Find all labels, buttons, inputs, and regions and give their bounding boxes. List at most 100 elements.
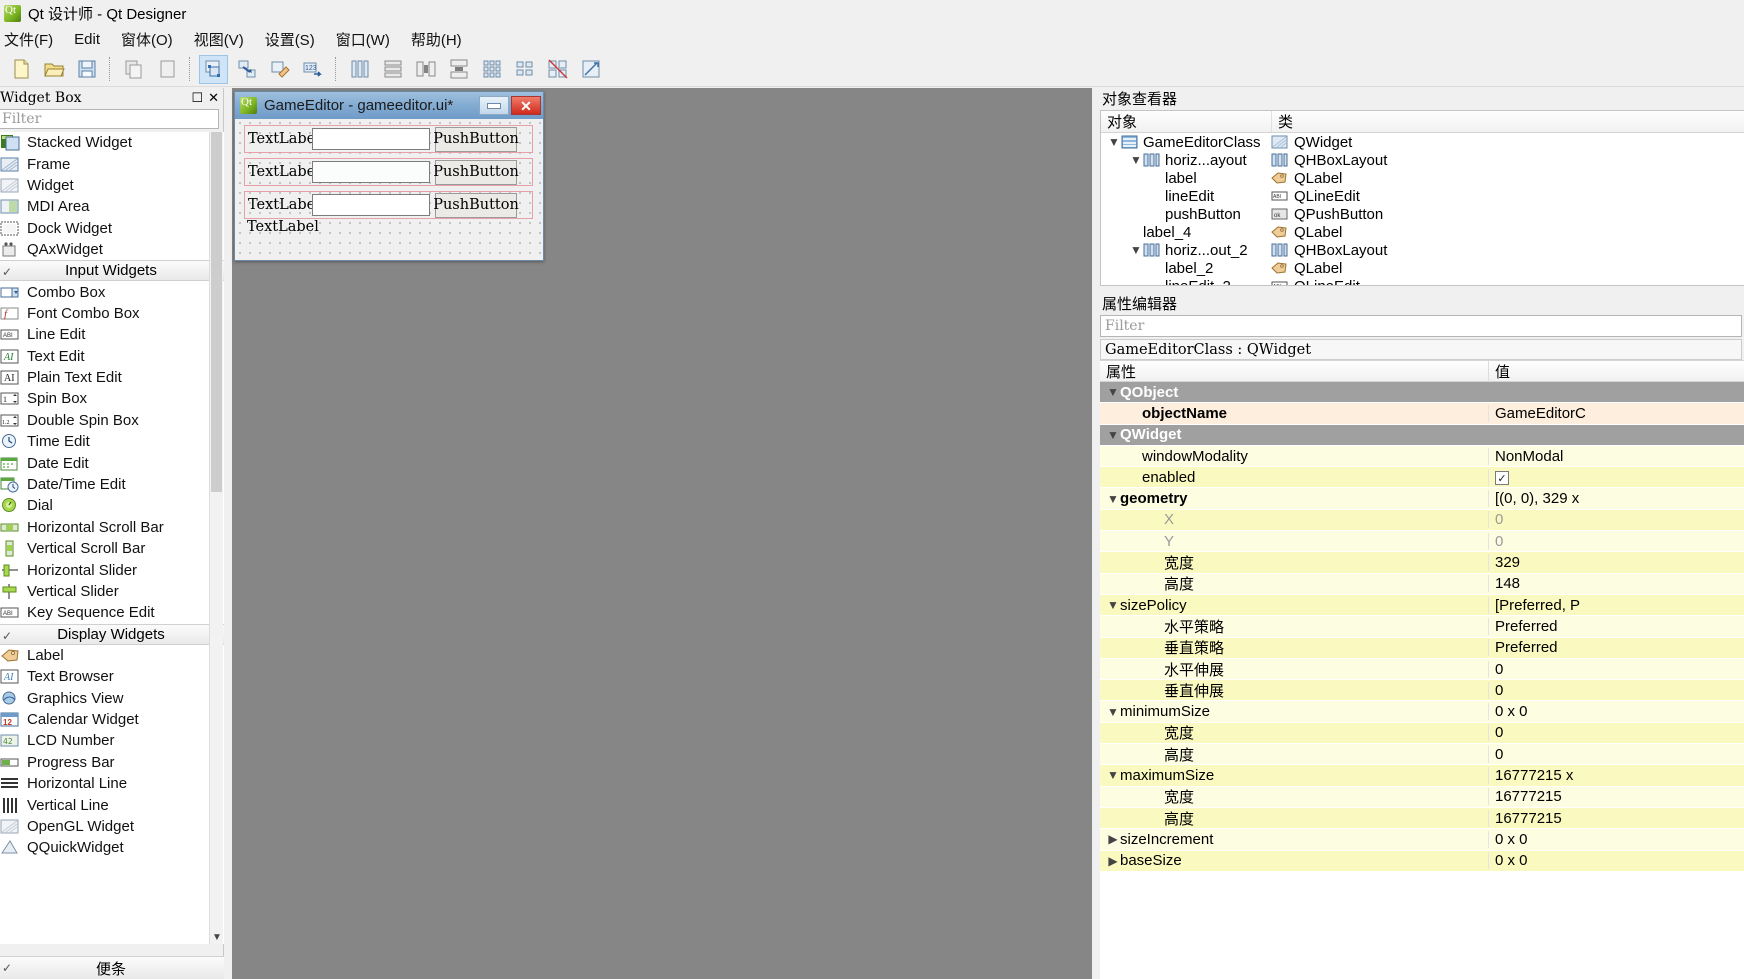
widget-box-item-vertical-scroll-bar[interactable]: Vertical Scroll Bar — [0, 538, 224, 559]
property-value-cell[interactable]: 0 x 0 — [1488, 830, 1744, 848]
widget-box-item-stacked-widget[interactable]: Stacked Widget — [0, 132, 224, 153]
property-row[interactable]: ▶ baseSize 0 x 0 — [1100, 850, 1744, 872]
property-value-cell[interactable]: 0 — [1488, 532, 1744, 550]
widget-box-item-key-sequence-edit[interactable]: ABI Key Sequence Edit — [0, 602, 224, 623]
free-label-widget[interactable]: TextLabel — [247, 219, 319, 235]
widget-box-item-plain-text-edit[interactable]: AI Plain Text Edit — [0, 367, 224, 388]
chevron-down-icon[interactable]: ▼ — [1106, 428, 1120, 442]
property-value-cell[interactable]: 16777215 x — [1488, 766, 1744, 784]
property-row[interactable]: objectName GameEditorC — [1100, 403, 1744, 425]
chevron-down-icon[interactable]: ▼ — [1129, 243, 1143, 257]
chevron-right-icon[interactable]: ▶ — [1106, 832, 1120, 846]
widget-box-category-display-widgets[interactable]: ✓ Display Widgets — [0, 623, 224, 645]
property-value-cell[interactable]: [Preferred, P — [1488, 596, 1744, 614]
chevron-right-icon[interactable]: ▶ — [1106, 854, 1120, 868]
property-value-cell[interactable]: Preferred — [1488, 617, 1744, 635]
property-value-cell[interactable]: 0 — [1488, 660, 1744, 678]
line-edit-widget[interactable] — [312, 161, 430, 183]
copy-button[interactable] — [119, 55, 148, 84]
label-widget[interactable]: TextLabel — [245, 129, 320, 149]
property-value-cell[interactable]: 0 — [1488, 511, 1744, 529]
menu-view[interactable]: 视图(V) — [184, 27, 255, 52]
widget-box-item-graphics-view[interactable]: Graphics View — [0, 687, 224, 708]
widget-box-item-qquickwidget[interactable]: QQuickWidget — [0, 837, 224, 858]
adjust-size-button[interactable] — [576, 55, 605, 84]
widget-box-item-label[interactable]: Label — [0, 645, 224, 666]
property-row[interactable]: ▶ sizeIncrement 0 x 0 — [1100, 829, 1744, 851]
minimize-button[interactable] — [479, 96, 509, 115]
object-tree-row[interactable]: lineEdit_2 ABI QLineEdit — [1101, 277, 1744, 285]
widget-box-item-text-browser[interactable]: AI Text Browser — [0, 666, 224, 687]
float-dock-icon[interactable]: ☐ — [191, 91, 203, 106]
property-row[interactable]: 宽度 0 — [1100, 722, 1744, 745]
widget-box-item-mdi-area[interactable]: MDI Area — [0, 196, 224, 217]
property-row[interactable]: X0 — [1100, 509, 1744, 532]
object-tree-row[interactable]: ▼ GameEditorClass QWidget — [1101, 133, 1744, 151]
edit-tab-order-button[interactable]: 123 — [298, 55, 327, 84]
widget-box-item-lcd-number[interactable]: 42 LCD Number — [0, 730, 224, 751]
break-layout-button[interactable] — [543, 55, 572, 84]
label-widget[interactable]: TextLabel — [245, 162, 320, 182]
widget-box-item-double-spin-box[interactable]: 1.2 Double Spin Box — [0, 410, 224, 431]
property-row[interactable]: enabled ✓ — [1100, 467, 1744, 489]
widget-box-item-line-edit[interactable]: ABI Line Edit — [0, 324, 224, 345]
property-value-cell[interactable]: 329 — [1488, 554, 1744, 572]
widget-box-item-horizontal-slider[interactable]: Horizontal Slider — [0, 559, 224, 580]
form-window[interactable]: GameEditor - gameeditor.ui* ✕ TextLabel … — [234, 91, 544, 261]
menu-edit[interactable]: Edit — [64, 29, 111, 50]
new-file-button[interactable] — [6, 55, 35, 84]
label-widget[interactable]: TextLabel — [245, 195, 320, 215]
property-row[interactable]: ▼ sizePolicy [Preferred, P — [1100, 594, 1744, 617]
line-edit-widget[interactable] — [312, 194, 430, 216]
property-row[interactable]: windowModality NonModal — [1100, 445, 1744, 468]
layout-splitter-vertical-button[interactable] — [444, 55, 473, 84]
property-value-cell[interactable]: Preferred — [1488, 639, 1744, 657]
property-row[interactable]: ▼ maximumSize 16777215 x — [1100, 765, 1744, 787]
save-button[interactable] — [72, 55, 101, 84]
edit-widgets-button[interactable] — [199, 54, 228, 84]
push-button-widget[interactable]: PushButton — [433, 126, 519, 152]
widget-box-category-notes[interactable]: ✓ 便条 — [0, 956, 224, 979]
layout-horizontally-button[interactable] — [345, 55, 374, 84]
property-value-cell[interactable]: 0 x 0 — [1488, 852, 1744, 870]
widget-box-item-calendar-widget[interactable]: 12 Calendar Widget — [0, 709, 224, 730]
property-value-cell[interactable]: 16777215 — [1488, 788, 1744, 806]
edit-buddies-button[interactable] — [265, 55, 294, 84]
close-icon[interactable]: ✕ — [208, 91, 219, 106]
chevron-down-icon[interactable]: ▼ — [1129, 153, 1143, 167]
widget-box-category-input-widgets[interactable]: ✓ Input Widgets — [0, 260, 224, 282]
property-row[interactable]: 垂直策略 Preferred — [1100, 637, 1744, 659]
property-row[interactable]: ▼ minimumSize 0 x 0 — [1100, 701, 1744, 723]
widget-box-item-progress-bar[interactable]: Progress Bar — [0, 752, 224, 773]
menu-help[interactable]: 帮助(H) — [401, 27, 473, 52]
widget-box-scrollbar[interactable]: ▲ ▼ — [209, 132, 223, 944]
property-row[interactable]: ▼ QWidget — [1100, 424, 1744, 446]
widget-box-item-time-edit[interactable]: Time Edit — [0, 431, 224, 452]
widget-box-item-date-edit[interactable]: Date Edit — [0, 452, 224, 473]
property-row[interactable]: 水平伸展 0 — [1100, 658, 1744, 681]
widget-box-item-frame[interactable]: Frame — [0, 153, 224, 174]
object-tree-row[interactable]: label_2 QLabel — [1101, 259, 1744, 277]
property-row[interactable]: 垂直伸展 0 — [1100, 680, 1744, 702]
menu-settings[interactable]: 设置(S) — [255, 27, 326, 52]
widget-box-item-opengl-widget[interactable]: OpenGL Widget — [0, 816, 224, 837]
object-inspector-table[interactable]: 对象 类 ▼ GameEditorClass QWidget ▼ horiz...ayo… — [1100, 110, 1744, 286]
property-row[interactable]: 高度 16777215 — [1100, 807, 1744, 830]
property-row[interactable]: 宽度 329 — [1100, 552, 1744, 574]
property-value-cell[interactable]: ✓ — [1488, 468, 1744, 486]
menu-window[interactable]: 窗口(W) — [326, 27, 401, 52]
property-row[interactable]: 高度 0 — [1100, 744, 1744, 766]
property-value-cell[interactable]: 0 — [1488, 724, 1744, 742]
widget-box-filter-input[interactable]: Filter — [0, 109, 219, 129]
property-value-cell[interactable]: NonModal — [1488, 447, 1744, 465]
property-row[interactable]: Y0 — [1100, 531, 1744, 553]
property-value-cell[interactable]: 0 — [1488, 745, 1744, 763]
menu-file[interactable]: 文件(F) — [0, 27, 64, 52]
property-row[interactable]: ▼ geometry [(0, 0), 329 x — [1100, 488, 1744, 510]
chevron-down-icon[interactable]: ▼ — [1106, 492, 1120, 506]
push-button-widget[interactable]: PushButton — [433, 192, 519, 218]
line-edit-widget[interactable] — [312, 128, 430, 150]
property-value-cell[interactable]: GameEditorC — [1488, 404, 1744, 422]
property-value-cell[interactable]: [(0, 0), 329 x — [1488, 490, 1744, 508]
property-row[interactable]: 水平策略 Preferred — [1100, 616, 1744, 638]
